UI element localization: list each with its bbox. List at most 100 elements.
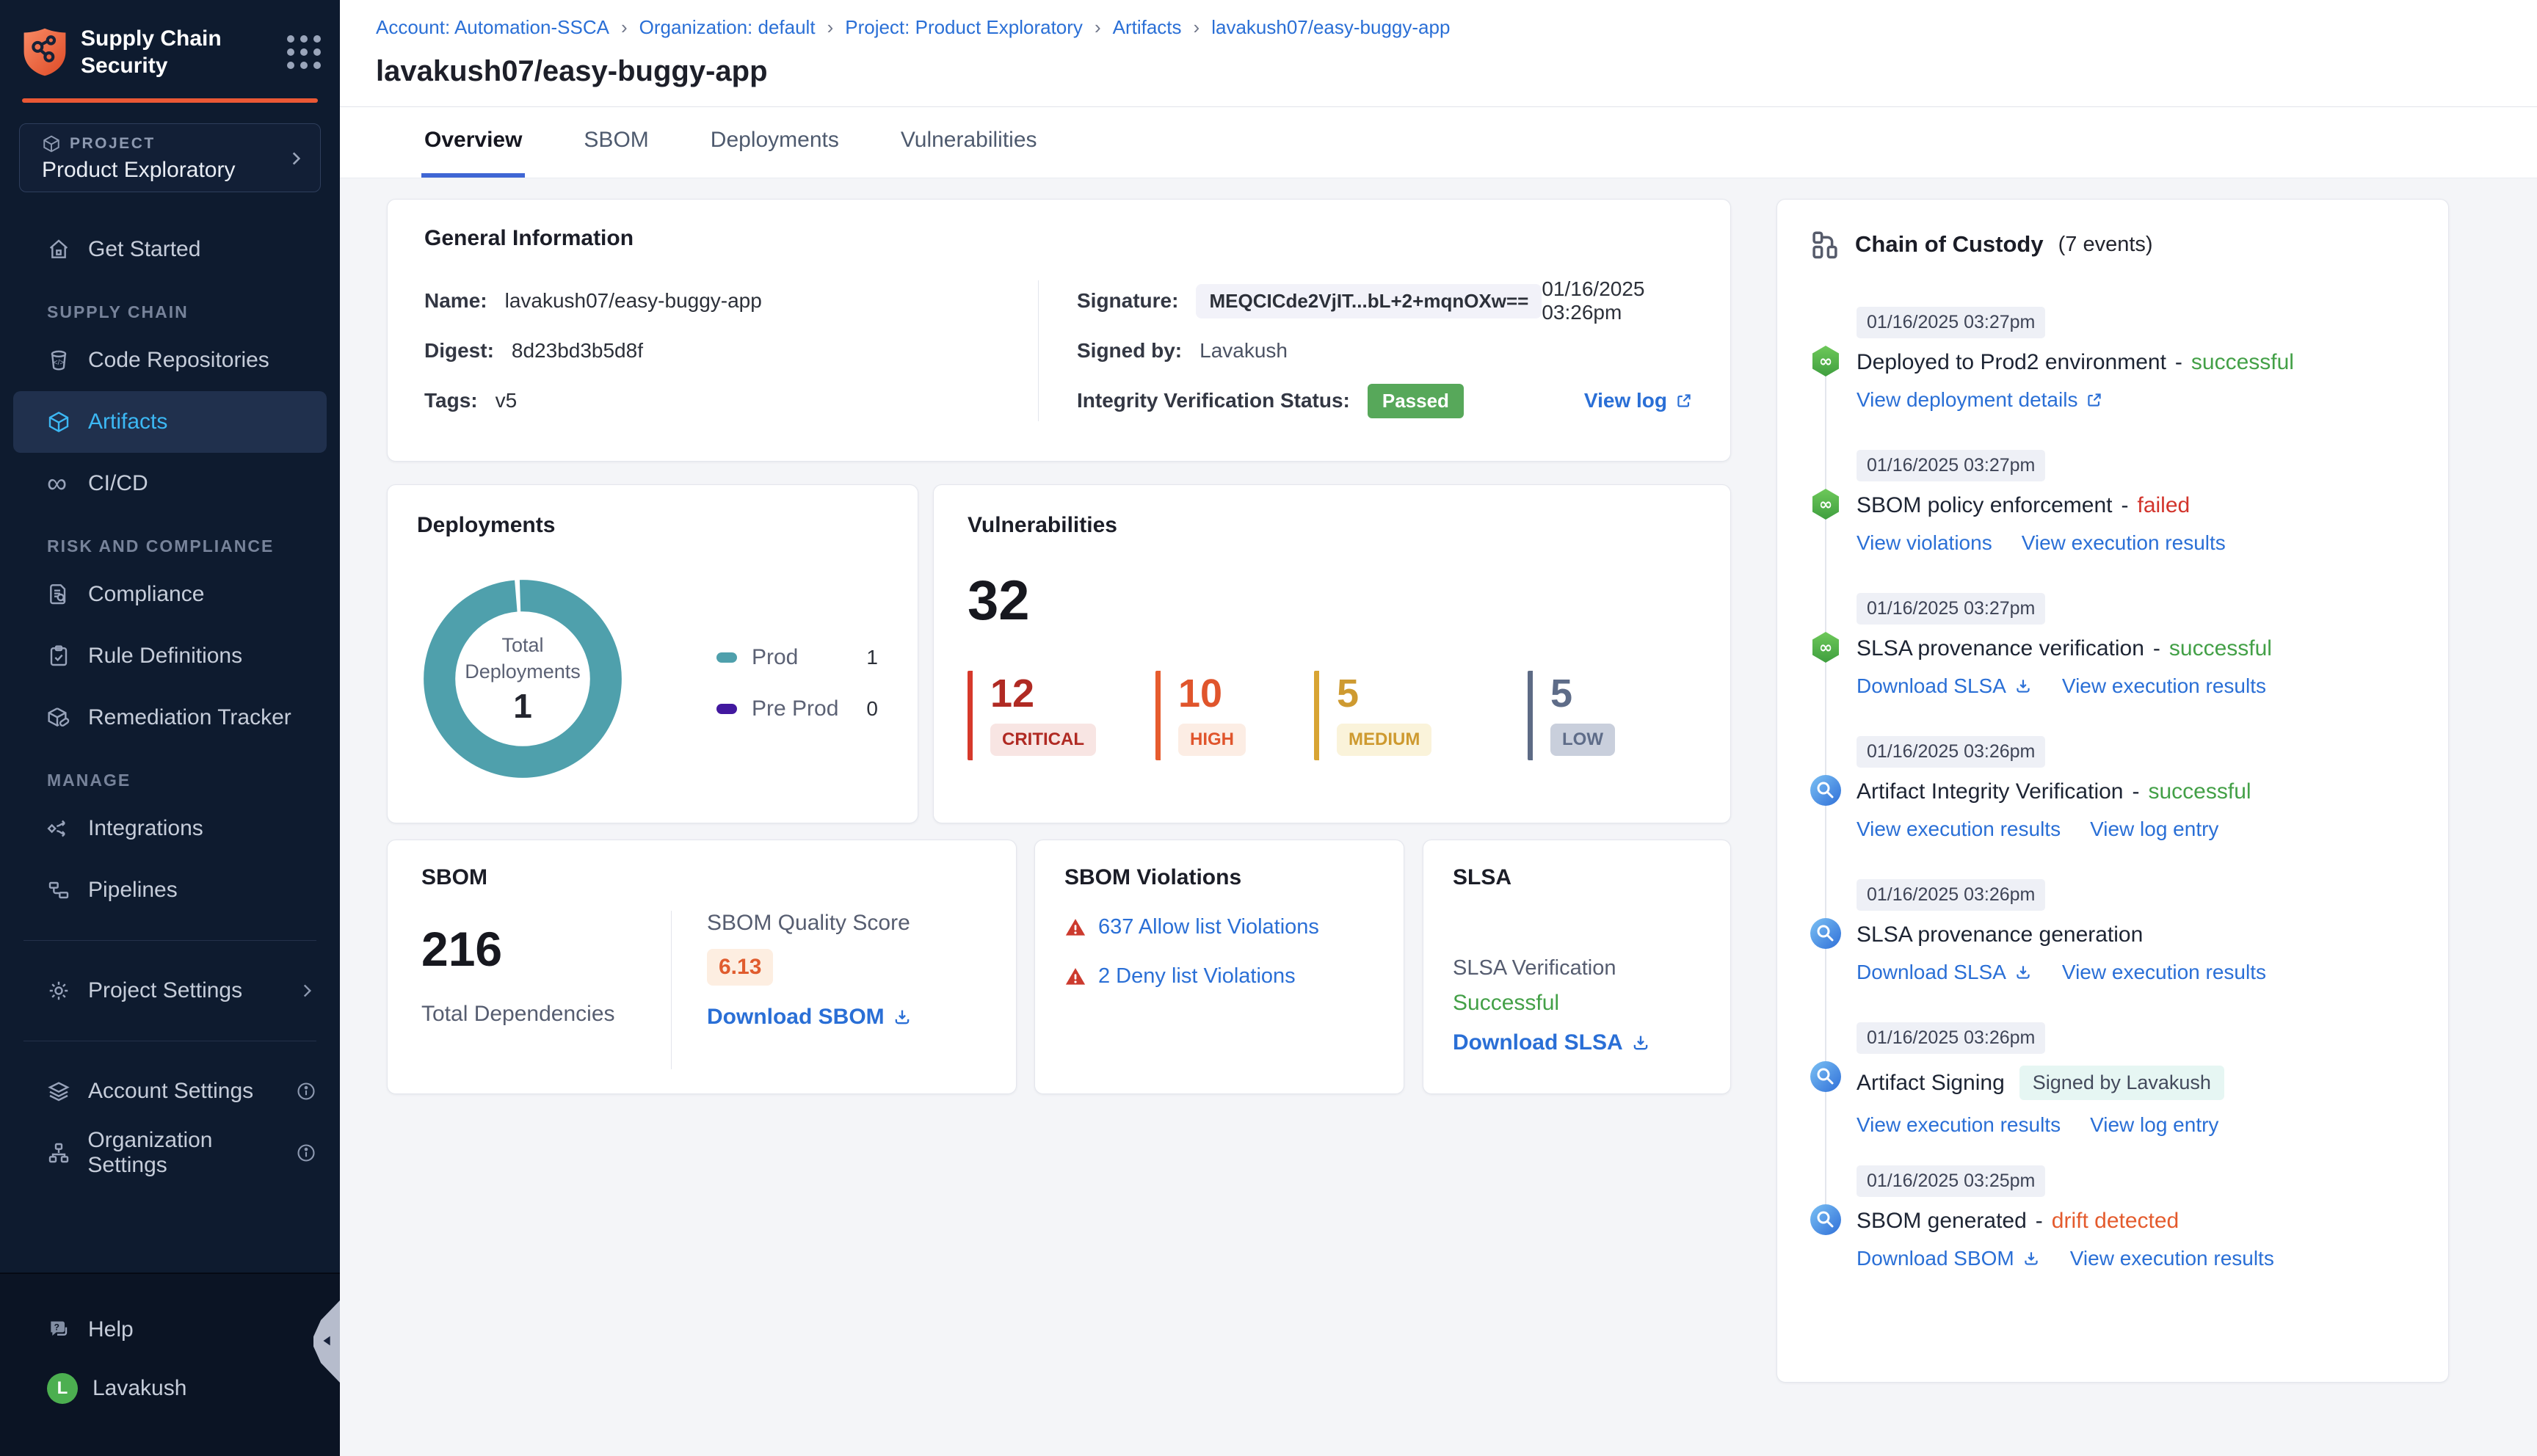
view-execution-results-link[interactable]: View execution results: [2062, 961, 2266, 984]
breadcrumb-artifacts[interactable]: Artifacts: [1113, 16, 1182, 39]
digest-label: Digest:: [424, 339, 494, 362]
chevron-right-icon: [292, 152, 301, 165]
sidebar-item-project-settings[interactable]: Project Settings: [0, 960, 340, 1022]
sidebar-item-label: Pipelines: [88, 878, 178, 902]
sidebar-item-help[interactable]: ? Help: [0, 1302, 340, 1358]
artifacts-cube-icon: [47, 410, 88, 434]
severity-critical: 12 CRITICAL: [968, 671, 1155, 760]
sidebar-user[interactable]: L Lavakush: [0, 1358, 340, 1419]
home-icon: [47, 238, 88, 261]
event-title: SLSA provenance verification: [1857, 636, 2144, 660]
sidebar-item-label: Project Settings: [88, 978, 243, 1002]
breadcrumb-current[interactable]: lavakush07/easy-buggy-app: [1211, 16, 1450, 39]
slsa-verification-label: SLSA Verification: [1453, 956, 1616, 980]
sidebar-item-label: Rule Definitions: [88, 644, 243, 668]
view-execution-results-link[interactable]: View execution results: [2022, 531, 2226, 555]
view-violations-link[interactable]: View violations: [1857, 531, 1992, 555]
deployments-card: Deployments Total Deployments 1 Prod 1 P…: [387, 484, 918, 823]
vulnerabilities-total: 32: [968, 569, 1030, 632]
tab-overview[interactable]: Overview: [421, 107, 526, 178]
sbom-violations-card: SBOM Violations 637 Allow list Violation…: [1034, 840, 1404, 1094]
view-execution-results-link[interactable]: View execution results: [2070, 1247, 2274, 1270]
legend-dot: [716, 652, 737, 663]
breadcrumb-project[interactable]: Project: Product Exploratory: [845, 16, 1083, 39]
sbom-total-dependencies-label: Total Dependencies: [421, 1002, 615, 1026]
vulnerabilities-card: Vulnerabilities 32 12 CRITICAL 10 HIGH 5…: [933, 484, 1731, 823]
view-log-entry-link[interactable]: View log entry: [2090, 818, 2218, 841]
breadcrumb-organization[interactable]: Organization: default: [639, 16, 816, 39]
sidebar-item-cicd[interactable]: ∞ CI/CD: [0, 453, 340, 514]
breadcrumb-account[interactable]: Account: Automation-SSCA: [376, 16, 609, 39]
deny-list-violations-link[interactable]: 2 Deny list Violations: [1098, 964, 1296, 989]
module-header: Supply Chain Security: [0, 0, 340, 79]
sbom-card: SBOM 216 Total Dependencies SBOM Quality…: [387, 840, 1017, 1094]
sidebar-item-rule-definitions[interactable]: Rule Definitions: [0, 625, 340, 687]
sidebar-item-code-repositories[interactable]: </> Code Repositories: [0, 330, 340, 391]
status-badge-passed: Passed: [1367, 383, 1464, 418]
user-name: Lavakush: [92, 1376, 187, 1400]
download-icon: [1633, 1035, 1648, 1050]
legend-dot: [716, 704, 737, 714]
info-icon: [296, 1081, 316, 1102]
sidebar-item-integrations[interactable]: Integrations: [0, 798, 340, 859]
view-deployment-details-link[interactable]: View deployment details: [1857, 388, 2104, 412]
event-status: drift detected: [2051, 1209, 2180, 1233]
section-manage: MANAGE: [47, 771, 131, 790]
sbom-quality-score-label: SBOM Quality Score: [707, 911, 910, 935]
name-label: Name:: [424, 289, 487, 312]
artifact-tags: v5: [495, 389, 518, 412]
sidebar-item-artifacts[interactable]: Artifacts: [13, 391, 327, 453]
sidebar-item-label: Code Repositories: [88, 348, 269, 372]
external-link-icon: [1677, 394, 1691, 407]
allow-list-violations-link[interactable]: 637 Allow list Violations: [1098, 915, 1319, 939]
download-slsa-link[interactable]: Download SLSA: [1857, 961, 2033, 984]
card-title: Vulnerabilities: [968, 513, 1117, 537]
download-slsa-link[interactable]: Download SLSA: [1857, 674, 2033, 698]
view-log-link[interactable]: View log: [1584, 389, 1694, 412]
view-log-entry-link[interactable]: View log entry: [2090, 1113, 2218, 1137]
timeline-event-artifact-integrity: 01/16/2025 03:26pm Artifact Integrity Ve…: [1810, 736, 2416, 879]
sidebar-item-compliance[interactable]: Compliance: [0, 564, 340, 625]
download-sbom-link[interactable]: Download SBOM: [1857, 1247, 2041, 1270]
view-execution-results-link[interactable]: View execution results: [2062, 674, 2266, 698]
legend-item-pre-prod: Pre Prod 0: [716, 692, 878, 726]
svg-text:∞: ∞: [1819, 639, 1832, 658]
signature-label: Signature:: [1077, 289, 1179, 312]
event-timestamp: 01/16/2025 03:27pm: [1857, 450, 2046, 481]
sidebar-item-pipelines[interactable]: Pipelines: [0, 859, 340, 921]
view-execution-results-link[interactable]: View execution results: [1857, 818, 2061, 841]
section-risk-compliance: RISK AND COMPLIANCE: [47, 536, 275, 556]
sidebar-item-organization-settings[interactable]: Organization Settings: [0, 1122, 340, 1184]
event-status: successful: [2191, 350, 2294, 374]
sidebar-item-account-settings[interactable]: Account Settings: [0, 1060, 340, 1122]
tab-deployments[interactable]: Deployments: [708, 107, 842, 178]
event-timestamp: 01/16/2025 03:26pm: [1857, 736, 2046, 768]
tab-sbom[interactable]: SBOM: [581, 107, 651, 178]
code-repository-icon: </>: [47, 349, 88, 372]
tags-label: Tags:: [424, 389, 478, 412]
tab-vulnerabilities[interactable]: Vulnerabilities: [898, 107, 1040, 178]
module-switcher-grid-icon[interactable]: [287, 35, 321, 69]
pipelines-icon: [47, 878, 88, 902]
timeline-event-slsa-verification: ∞ 01/16/2025 03:27pm SLSA provenance ver…: [1810, 593, 2416, 736]
sidebar-item-label: Organization Settings: [87, 1128, 213, 1177]
view-execution-results-link[interactable]: View execution results: [1857, 1113, 2061, 1137]
divider: [671, 911, 672, 1069]
remediation-cube-icon: [47, 706, 88, 729]
sidebar-item-remediation-tracker[interactable]: Remediation Tracker: [0, 687, 340, 749]
signature-value[interactable]: MEQCICde2VjIT...bL+2+mqnOXw==: [1196, 283, 1542, 318]
download-sbom-link[interactable]: Download SBOM: [707, 1005, 912, 1030]
card-title: SBOM Violations: [1064, 865, 1242, 889]
event-title: Deployed to Prod2 environment: [1857, 350, 2166, 374]
module-title: Supply Chain Security: [81, 26, 222, 78]
project-selector[interactable]: PROJECT Product Exploratory: [19, 123, 321, 192]
svg-text:?: ?: [54, 1322, 59, 1333]
download-slsa-link[interactable]: Download SLSA: [1453, 1030, 1701, 1055]
info-icon: [296, 1143, 316, 1163]
sidebar-item-get-started[interactable]: Get Started: [0, 219, 340, 280]
event-status: successful: [2168, 636, 2272, 660]
allow-list-violations-row: 637 Allow list Violations: [1064, 915, 1374, 939]
event-title: Artifact Signing: [1857, 1070, 2005, 1095]
svg-text:</>: </>: [54, 359, 65, 367]
timeline-event-artifact-signing: 01/16/2025 03:26pm Artifact Signing Signe…: [1810, 1022, 2416, 1165]
